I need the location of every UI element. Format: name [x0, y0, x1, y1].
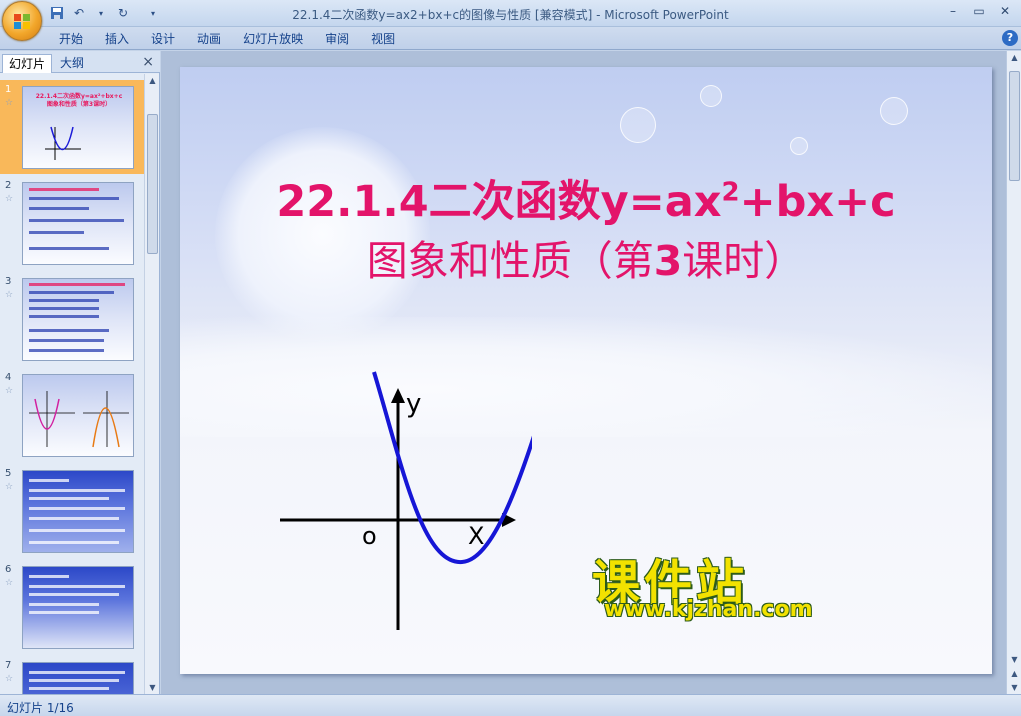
minimize-button[interactable]: –: [941, 2, 965, 20]
window-title: 22.1.4二次函数y=ax2+bx+c的图像与性质 [兼容模式] - Micr…: [292, 8, 729, 22]
slide-number: 4: [5, 372, 12, 383]
slide-preview: [22, 470, 134, 553]
x-axis-label: X: [468, 522, 484, 550]
slide-number: 3: [5, 276, 12, 287]
bubble-decoration: [620, 107, 656, 143]
ribbon-tabs-bar: 开始 插入 设计 动画 幻灯片放映 审阅 视图 ?: [0, 27, 1021, 50]
slide-preview: [22, 566, 134, 649]
slide-number: 6: [5, 564, 12, 575]
slide-number: 7: [5, 660, 12, 671]
tab-slides[interactable]: 幻灯片: [2, 54, 53, 73]
previous-slide-icon[interactable]: ▲: [1009, 669, 1020, 678]
tab-review[interactable]: 审阅: [314, 30, 360, 48]
slide-editing-area: 22.1.4二次函数y=ax2+bx+c 图象和性质（第3课时） y o X: [161, 51, 1006, 694]
slide-number: 1: [5, 84, 12, 95]
slide-thumbnail-5[interactable]: 5 ☆: [0, 464, 144, 558]
office-logo-icon: [14, 14, 30, 29]
thumbnail-scrollbar[interactable]: ▲ ▼: [144, 74, 159, 694]
thumb-title: 22.1.4二次函数y=ax²+bx+c 图象和性质（第3课时）: [35, 93, 123, 108]
help-icon[interactable]: ?: [1002, 30, 1018, 46]
scroll-up-icon[interactable]: ▲: [147, 76, 158, 85]
slide-thumbnail-3[interactable]: 3 ☆: [0, 272, 144, 366]
slide-title-line-2[interactable]: 图象和性质（第3课时）: [180, 227, 992, 287]
slide-thumbnail-4[interactable]: 4 ☆: [0, 368, 144, 462]
tab-insert[interactable]: 插入: [94, 30, 140, 48]
slide-number: 2: [5, 180, 12, 191]
slide-preview: [22, 662, 134, 694]
slide-number: 5: [5, 468, 12, 479]
animation-star-icon: ☆: [5, 194, 14, 204]
next-slide-icon[interactable]: ▼: [1009, 683, 1020, 692]
slides-panel: 幻灯片 大纲 × 1 ☆ 22.1.4二次函数y=ax²+bx+c 图象和性质（…: [0, 51, 160, 694]
scroll-thumb[interactable]: [1009, 71, 1020, 181]
window-controls: – ▭ ✕: [941, 2, 1017, 20]
scroll-up-icon[interactable]: ▲: [1009, 53, 1020, 62]
y-axis-arrow: [391, 388, 405, 403]
animation-star-icon: ☆: [5, 98, 14, 108]
thumb-parabola-icon: [45, 126, 81, 160]
slide-thumbnails: 1 ☆ 22.1.4二次函数y=ax²+bx+c 图象和性质（第3课时） 2 ☆: [0, 74, 144, 694]
slide-preview: [22, 374, 134, 457]
panel-tabs: 幻灯片 大纲 ×: [0, 51, 160, 73]
thumb-graphs-icon: [29, 391, 129, 448]
scroll-thumb[interactable]: [147, 114, 158, 254]
tab-animations[interactable]: 动画: [186, 30, 232, 48]
tab-view[interactable]: 视图: [360, 30, 406, 48]
slide-preview: [22, 278, 134, 361]
maximize-button[interactable]: ▭: [967, 2, 991, 20]
slide-title-line-1[interactable]: 22.1.4二次函数y=ax2+bx+c: [180, 167, 992, 229]
slide-scrollbar[interactable]: ▲ ▼ ▲ ▼: [1006, 51, 1021, 694]
bubble-decoration: [790, 137, 808, 155]
current-slide[interactable]: 22.1.4二次函数y=ax2+bx+c 图象和性质（第3课时） y o X: [180, 67, 992, 674]
office-button[interactable]: [2, 1, 42, 41]
y-axis-label: y: [406, 389, 421, 419]
animation-star-icon: ☆: [5, 386, 14, 396]
animation-star-icon: ☆: [5, 482, 14, 492]
close-button[interactable]: ✕: [993, 2, 1017, 20]
slide-thumbnail-1[interactable]: 1 ☆ 22.1.4二次函数y=ax²+bx+c 图象和性质（第3课时）: [0, 80, 144, 174]
title-bar: ↶ ▾ ↻ ▾ 22.1.4二次函数y=ax2+bx+c的图像与性质 [兼容模式…: [0, 0, 1021, 41]
parabola-graph: y o X: [280, 371, 532, 630]
close-icon[interactable]: ×: [142, 54, 154, 70]
slide-thumbnail-6[interactable]: 6 ☆: [0, 560, 144, 654]
scroll-down-icon[interactable]: ▼: [147, 683, 158, 692]
bubble-decoration: [880, 97, 908, 125]
slide-indicator: 幻灯片 1/16: [7, 701, 74, 715]
slide-preview: [22, 182, 134, 265]
tab-slideshow[interactable]: 幻灯片放映: [232, 30, 314, 48]
animation-star-icon: ☆: [5, 674, 14, 684]
status-bar: 幻灯片 1/16: [0, 694, 1021, 716]
animation-star-icon: ☆: [5, 578, 14, 588]
bubble-decoration: [700, 85, 722, 107]
slide-preview: 22.1.4二次函数y=ax²+bx+c 图象和性质（第3课时）: [22, 86, 134, 169]
scroll-down-icon[interactable]: ▼: [1009, 655, 1020, 664]
slide-thumbnail-7[interactable]: 7 ☆: [0, 656, 144, 694]
slide-thumbnail-2[interactable]: 2 ☆: [0, 176, 144, 270]
tab-design[interactable]: 设计: [140, 30, 186, 48]
watermark-url: www.kjzhan.com: [604, 597, 813, 622]
tab-outline[interactable]: 大纲: [54, 54, 90, 73]
animation-star-icon: ☆: [5, 290, 14, 300]
tab-home[interactable]: 开始: [48, 30, 94, 48]
origin-label: o: [362, 522, 377, 550]
